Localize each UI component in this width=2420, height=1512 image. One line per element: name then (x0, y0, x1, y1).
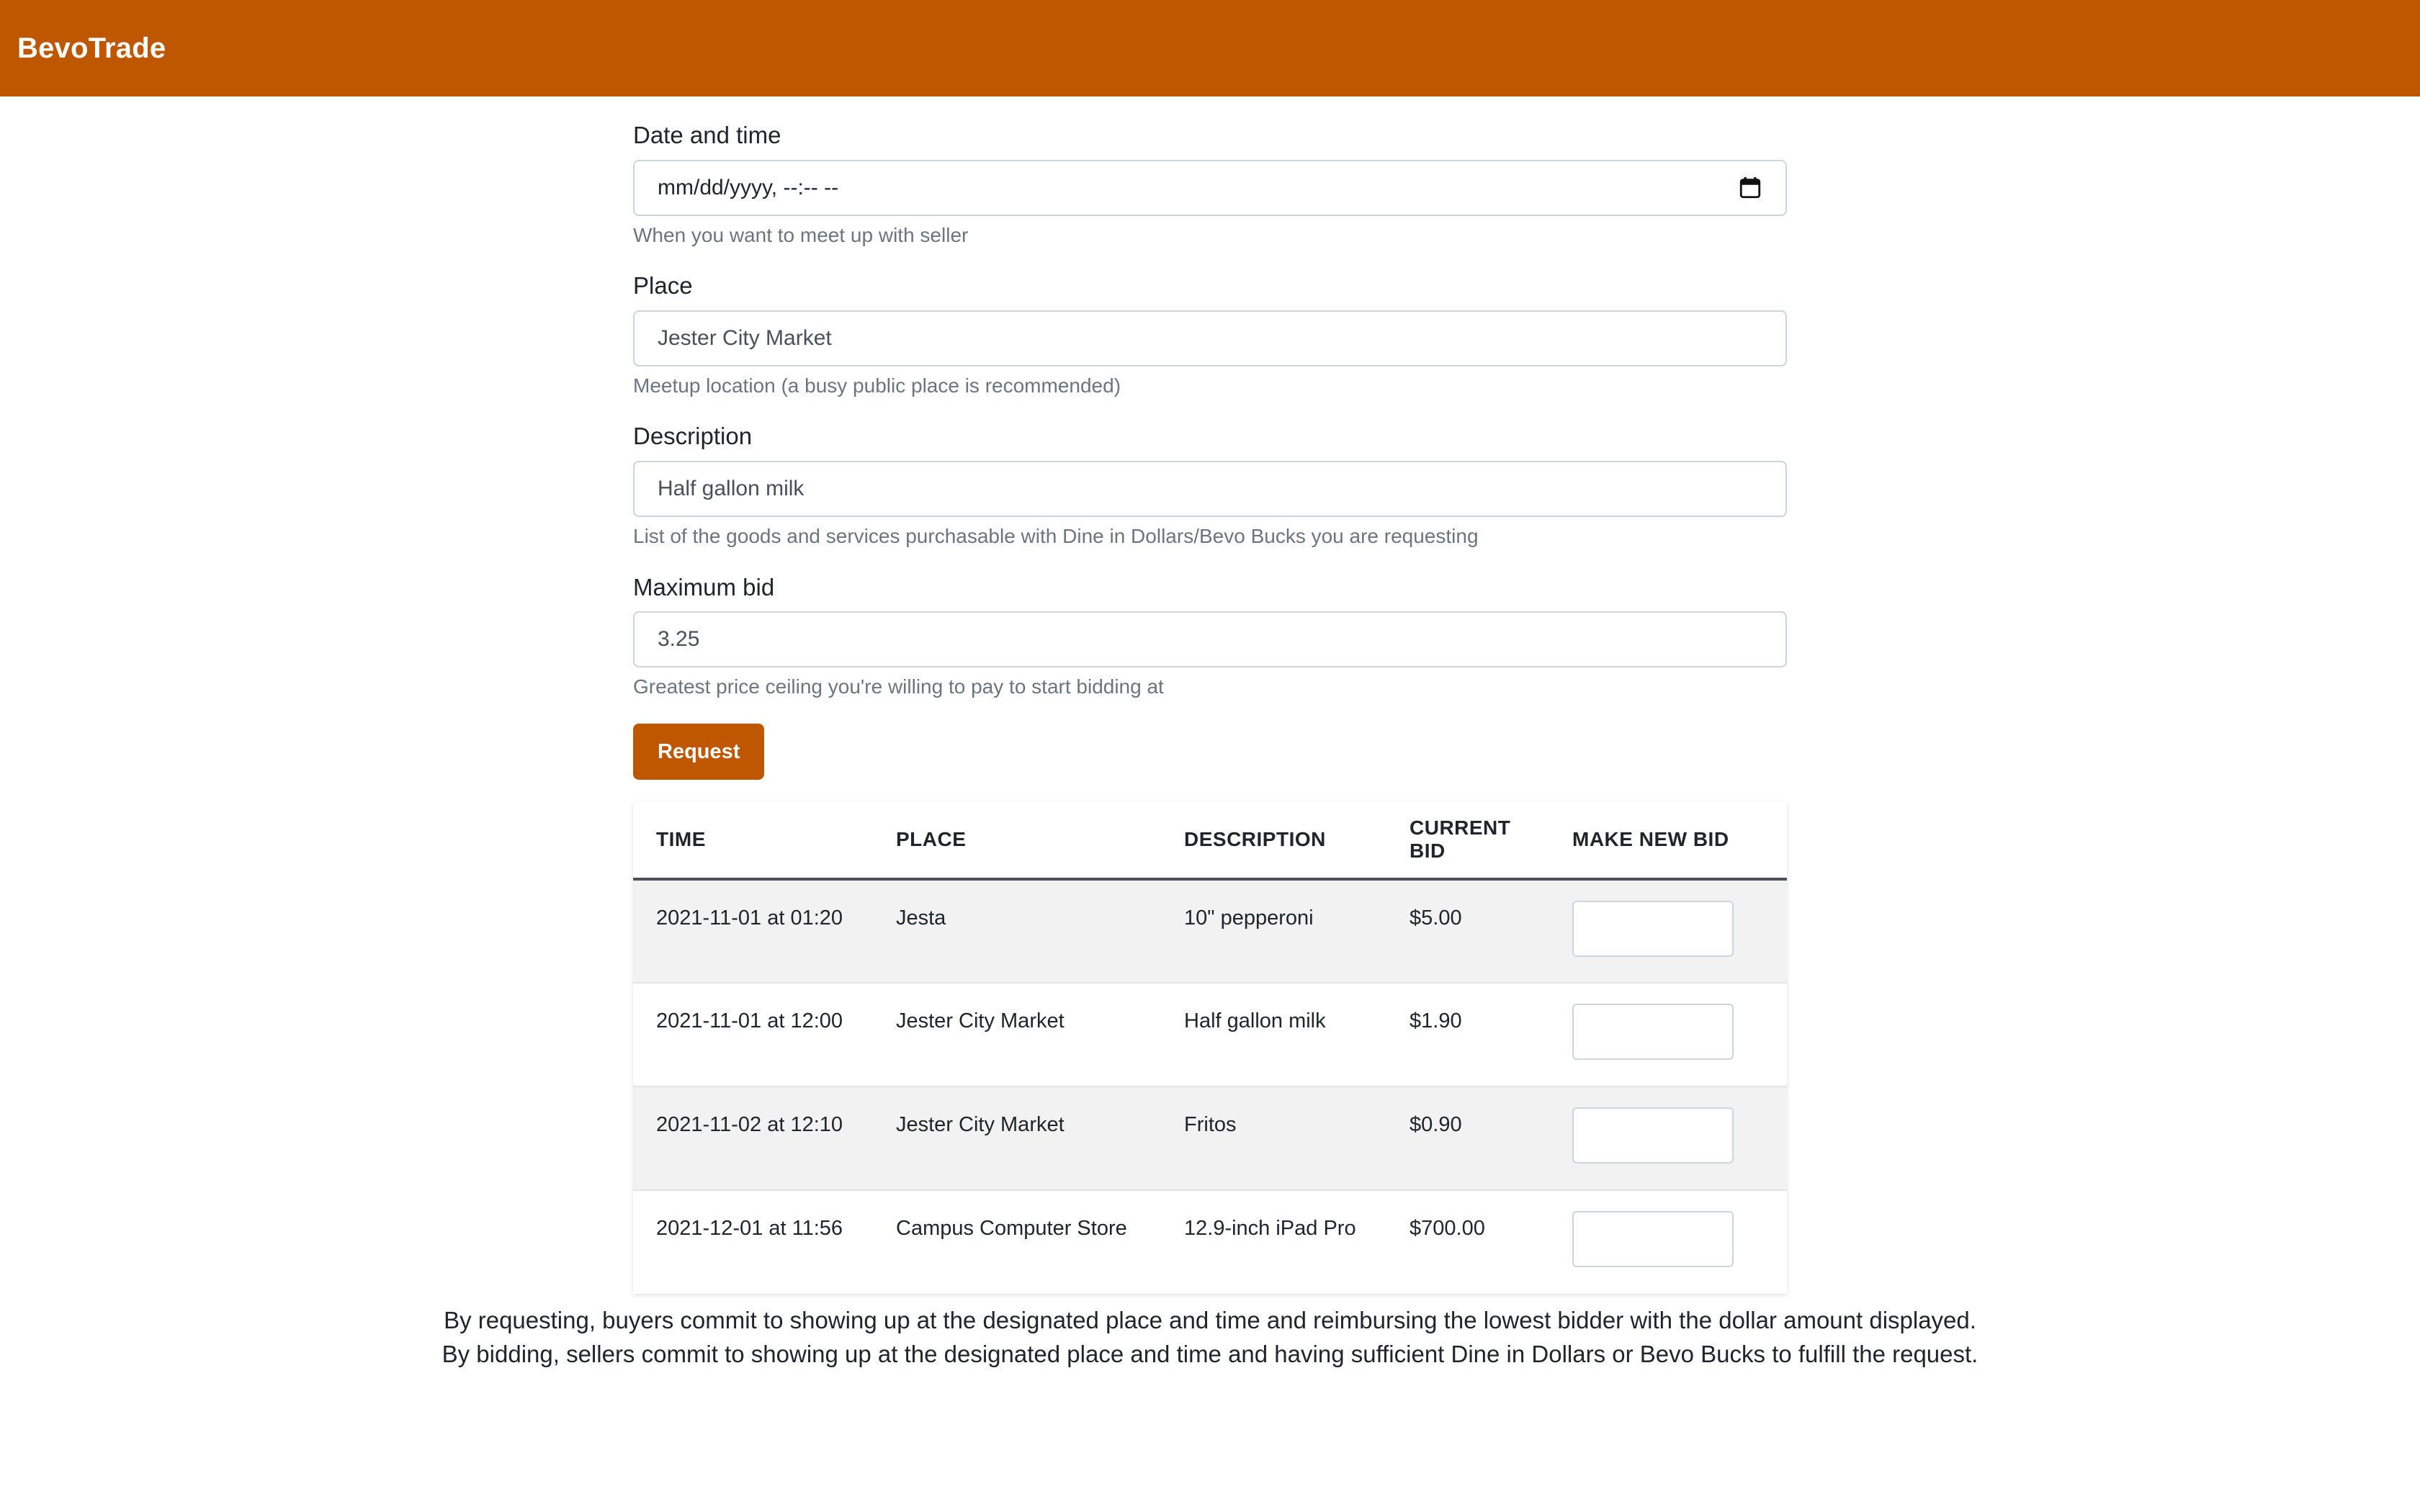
header-make-new-bid: MAKE NEW BID (1572, 801, 1787, 881)
place-input[interactable]: Jester City Market (633, 310, 1787, 366)
cell-description: 12.9-inch iPad Pro (1161, 1189, 1386, 1294)
cell-description: Fritos (1161, 1085, 1386, 1190)
datetime-label: Date and time (633, 122, 781, 148)
cell-current-bid: $5.00 (1386, 878, 1572, 983)
terms-buyers: By requesting, buyers commit to showing … (444, 1307, 1976, 1333)
description-help: List of the goods and services purchasab… (633, 524, 1479, 547)
request-button[interactable]: Request (633, 723, 765, 780)
new-bid-input[interactable] (1572, 1003, 1734, 1060)
max-bid-value: 3.25 (658, 627, 700, 652)
datetime-placeholder: mm/dd/yyyy, --:-- -- (658, 175, 839, 199)
place-field-group: Place Jester City Market Meetup location… (633, 271, 1787, 397)
table-row: 2021-11-01 at 01:20 Jesta 10" pepperoni … (633, 878, 1787, 983)
brand-logo[interactable]: BevoTrade (17, 32, 166, 65)
requests-table-container: TIME PLACE DESCRIPTION CURRENT BID MAKE … (633, 801, 1787, 1294)
description-label: Description (633, 423, 753, 450)
datetime-field-group: Date and time mm/dd/yyyy, --:-- -- When … (633, 121, 1787, 247)
new-bid-input[interactable] (1572, 1107, 1734, 1164)
max-bid-field-group: Maximum bid 3.25 Greatest price ceiling … (633, 573, 1787, 699)
calendar-icon[interactable] (1738, 176, 1762, 200)
description-input[interactable]: Half gallon milk (633, 460, 1787, 517)
cell-place: Jester City Market (873, 981, 1161, 1086)
requests-table: TIME PLACE DESCRIPTION CURRENT BID MAKE … (633, 801, 1787, 1294)
new-bid-input[interactable] (1572, 900, 1734, 957)
max-bid-label: Maximum bid (633, 573, 775, 600)
max-bid-input[interactable]: 3.25 (633, 611, 1787, 668)
terms-notice: By requesting, buyers commit to showing … (0, 1303, 2420, 1371)
cell-description: 10" pepperoni (1161, 878, 1386, 983)
description-field-group: Description Half gallon milk List of the… (633, 422, 1787, 548)
table-row: 2021-11-01 at 12:00 Jester City Market H… (633, 981, 1787, 1086)
datetime-help: When you want to meet up with seller (633, 223, 969, 246)
new-bid-input[interactable] (1572, 1210, 1734, 1267)
terms-sellers: By bidding, sellers commit to showing up… (442, 1341, 1978, 1367)
datetime-input[interactable]: mm/dd/yyyy, --:-- -- (633, 159, 1787, 216)
cell-current-bid: $700.00 (1386, 1189, 1572, 1294)
header-description: DESCRIPTION (1161, 801, 1386, 881)
place-label: Place (633, 272, 693, 300)
cell-new-bid (1572, 1189, 1787, 1294)
cell-time: 2021-11-02 at 12:10 (633, 1085, 873, 1190)
header-time: TIME (633, 801, 873, 881)
cell-current-bid: $1.90 (1386, 981, 1572, 1086)
table-row: 2021-12-01 at 11:56 Campus Computer Stor… (633, 1189, 1787, 1294)
max-bid-help: Greatest price ceiling you're willing to… (633, 675, 1164, 698)
cell-description: Half gallon milk (1161, 981, 1386, 1086)
cell-new-bid (1572, 981, 1787, 1086)
header-place: PLACE (873, 801, 1161, 881)
header-current-bid: CURRENT BID (1386, 801, 1572, 881)
cell-new-bid (1572, 1085, 1787, 1190)
description-value: Half gallon milk (658, 476, 805, 500)
cell-place: Campus Computer Store (873, 1189, 1161, 1294)
cell-place: Jester City Market (873, 1085, 1161, 1190)
cell-new-bid (1572, 878, 1787, 983)
cell-time: 2021-11-01 at 01:20 (633, 878, 873, 983)
top-navbar: BevoTrade (0, 0, 2420, 96)
cell-current-bid: $0.90 (1386, 1085, 1572, 1190)
request-form: Date and time mm/dd/yyyy, --:-- -- When … (633, 121, 1787, 780)
table-header-row: TIME PLACE DESCRIPTION CURRENT BID MAKE … (633, 801, 1787, 881)
table-row: 2021-11-02 at 12:10 Jester City Market F… (633, 1085, 1787, 1190)
main-content: Date and time mm/dd/yyyy, --:-- -- When … (633, 96, 1787, 1294)
place-value: Jester City Market (658, 325, 832, 350)
cell-place: Jesta (873, 878, 1161, 983)
place-help: Meetup location (a busy public place is … (633, 374, 1121, 397)
cell-time: 2021-12-01 at 11:56 (633, 1189, 873, 1294)
cell-time: 2021-11-01 at 12:00 (633, 981, 873, 1086)
